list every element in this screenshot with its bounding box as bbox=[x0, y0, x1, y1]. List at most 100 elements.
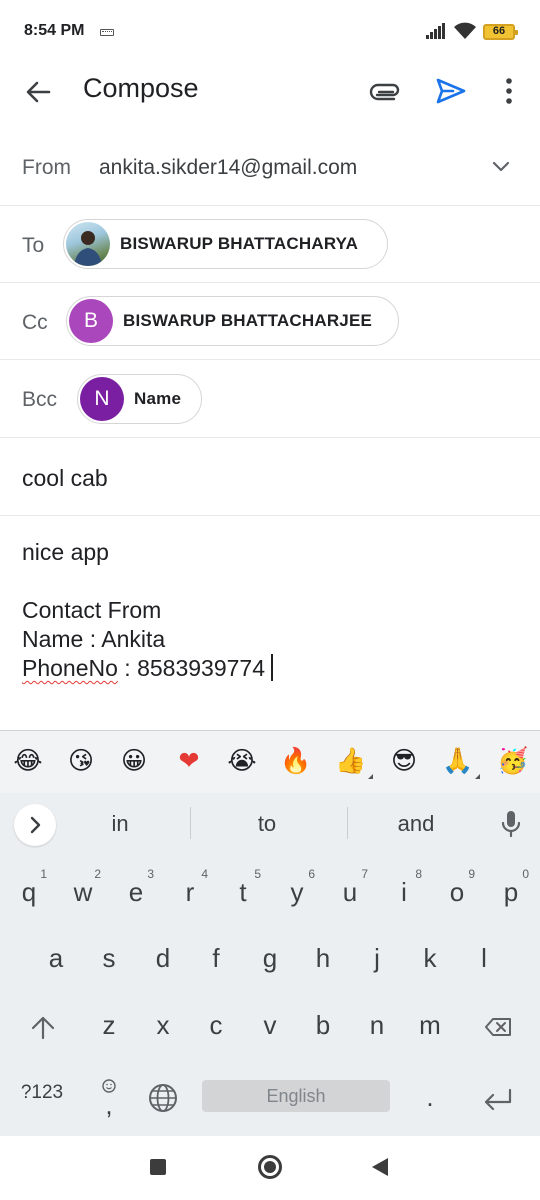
key-o[interactable]: o9 bbox=[432, 863, 482, 925]
key-number-hint: 0 bbox=[522, 867, 529, 881]
backspace-key[interactable] bbox=[472, 996, 522, 1058]
key-label: u bbox=[342, 877, 358, 907]
from-account[interactable]: ankita.sikder14@gmail.com bbox=[99, 156, 357, 180]
comma-emoji-key[interactable]: , bbox=[84, 1068, 134, 1130]
enter-return-icon bbox=[484, 1088, 512, 1111]
key-label: i bbox=[401, 877, 407, 907]
suggestion-item[interactable]: and bbox=[356, 811, 476, 837]
emoji-suggestion-row: 😂 😘 😀 ❤ 😭 🔥 👍 😎 🙏 🥳 bbox=[0, 731, 540, 793]
from-label: From bbox=[22, 156, 71, 179]
misspelled-word[interactable]: PhoneNo bbox=[22, 655, 118, 681]
key-x[interactable]: x bbox=[138, 996, 188, 1058]
emoji-key[interactable]: 😂 bbox=[12, 745, 44, 777]
suggestion-item[interactable]: in bbox=[60, 811, 180, 837]
key-number-hint: 3 bbox=[147, 867, 154, 881]
key-c[interactable]: c bbox=[191, 996, 241, 1058]
key-u[interactable]: u7 bbox=[325, 863, 375, 925]
profile-photo bbox=[74, 231, 102, 266]
emoji-key[interactable]: 👍 bbox=[335, 745, 373, 779]
emoji-key[interactable]: 😀 bbox=[118, 745, 150, 777]
emoji-key[interactable]: ❤ bbox=[173, 745, 205, 777]
message-body[interactable]: nice app Contact From Name : Ankita Phon… bbox=[22, 538, 274, 683]
bcc-recipient-name: Name bbox=[134, 389, 182, 408]
more-options-icon[interactable] bbox=[498, 76, 520, 106]
status-time: 8:54 PM bbox=[24, 22, 85, 39]
expand-toolbar-button[interactable] bbox=[14, 804, 56, 846]
emoji-key[interactable]: 🥳 bbox=[497, 745, 529, 777]
subject-field[interactable]: cool cab bbox=[22, 465, 108, 492]
enter-key[interactable] bbox=[472, 1068, 522, 1130]
bcc-recipient-chip[interactable]: N Name bbox=[77, 374, 202, 424]
nav-back-icon[interactable] bbox=[372, 1158, 388, 1176]
subject-row[interactable]: cool cab bbox=[0, 438, 540, 516]
key-j[interactable]: j bbox=[352, 929, 402, 991]
key-number-hint: 2 bbox=[94, 867, 101, 881]
key-label: p bbox=[503, 877, 519, 907]
key-e[interactable]: e3 bbox=[111, 863, 161, 925]
to-label: To bbox=[22, 234, 45, 257]
key-s[interactable]: s bbox=[84, 929, 134, 991]
key-b[interactable]: b bbox=[298, 996, 348, 1058]
key-w[interactable]: w2 bbox=[58, 863, 108, 925]
from-row[interactable]: From ankita.sikder14@gmail.com bbox=[0, 128, 540, 206]
key-r[interactable]: r4 bbox=[165, 863, 215, 925]
recents-icon[interactable] bbox=[150, 1159, 166, 1175]
key-label: x bbox=[156, 1010, 170, 1040]
cc-recipient-chip[interactable]: B BISWARUP BHATTACHARJEE bbox=[66, 296, 399, 346]
attachment-icon[interactable] bbox=[369, 78, 403, 104]
avatar bbox=[66, 222, 110, 266]
home-icon[interactable] bbox=[258, 1155, 282, 1179]
key-label: e bbox=[128, 877, 144, 907]
back-arrow-icon[interactable] bbox=[22, 76, 54, 108]
key-k[interactable]: k bbox=[405, 929, 455, 991]
key-i[interactable]: i8 bbox=[379, 863, 429, 925]
key-q[interactable]: q1 bbox=[4, 863, 54, 925]
key-h[interactable]: h bbox=[298, 929, 348, 991]
chevron-down-icon[interactable] bbox=[490, 156, 512, 178]
avatar: N bbox=[80, 377, 124, 421]
key-t[interactable]: t5 bbox=[218, 863, 268, 925]
key-p[interactable]: p0 bbox=[486, 863, 536, 925]
key-m[interactable]: m bbox=[405, 996, 455, 1058]
bcc-row[interactable]: Bcc N Name bbox=[0, 360, 540, 438]
emoji-key[interactable]: 😎 bbox=[388, 745, 420, 777]
key-label: w bbox=[73, 877, 93, 907]
key-y[interactable]: y6 bbox=[272, 863, 322, 925]
emoji-key[interactable]: 🔥 bbox=[280, 745, 312, 777]
key-f[interactable]: f bbox=[191, 929, 241, 991]
key-label: t bbox=[239, 877, 247, 907]
emoji-key[interactable]: 😘 bbox=[65, 745, 97, 777]
emoji-key[interactable]: 😭 bbox=[226, 745, 258, 777]
key-a[interactable]: a bbox=[31, 929, 81, 991]
body-line: Contact From bbox=[22, 597, 162, 623]
to-recipient-chip[interactable]: BISWARUP BHATTACHARYA bbox=[63, 219, 388, 269]
key-label: q bbox=[21, 877, 37, 907]
suggestion-divider bbox=[190, 807, 191, 839]
key-z[interactable]: z bbox=[84, 996, 134, 1058]
key-l[interactable]: l bbox=[459, 929, 509, 991]
send-icon[interactable] bbox=[434, 76, 468, 106]
period-key[interactable]: . bbox=[405, 1068, 455, 1130]
space-bar[interactable]: English bbox=[202, 1080, 390, 1112]
key-label: f bbox=[212, 943, 220, 973]
suggestion-item[interactable]: to bbox=[207, 811, 327, 837]
body-text: : 8583939774 bbox=[117, 655, 266, 681]
key-label: v bbox=[263, 1010, 277, 1040]
language-key[interactable] bbox=[138, 1068, 188, 1130]
key-label: b bbox=[315, 1010, 331, 1040]
keyboard-indicator-icon bbox=[100, 29, 114, 36]
key-n[interactable]: n bbox=[352, 996, 402, 1058]
microphone-icon[interactable] bbox=[500, 809, 522, 839]
symbols-key[interactable]: ?123 bbox=[12, 1068, 72, 1130]
key-label: h bbox=[315, 943, 331, 973]
key-g[interactable]: g bbox=[245, 929, 295, 991]
battery-level: 66 bbox=[492, 25, 506, 37]
body-line: PhoneNo : 8583939774 bbox=[22, 654, 274, 683]
key-v[interactable]: v bbox=[245, 996, 295, 1058]
status-bar: 8:54 PM 66 bbox=[0, 0, 540, 64]
cc-row[interactable]: Cc B BISWARUP BHATTACHARJEE bbox=[0, 283, 540, 360]
key-d[interactable]: d bbox=[138, 929, 188, 991]
shift-key[interactable] bbox=[18, 996, 68, 1058]
to-row[interactable]: To BISWARUP BHATTACHARYA bbox=[0, 206, 540, 283]
emoji-key[interactable]: 🙏 bbox=[442, 745, 480, 779]
